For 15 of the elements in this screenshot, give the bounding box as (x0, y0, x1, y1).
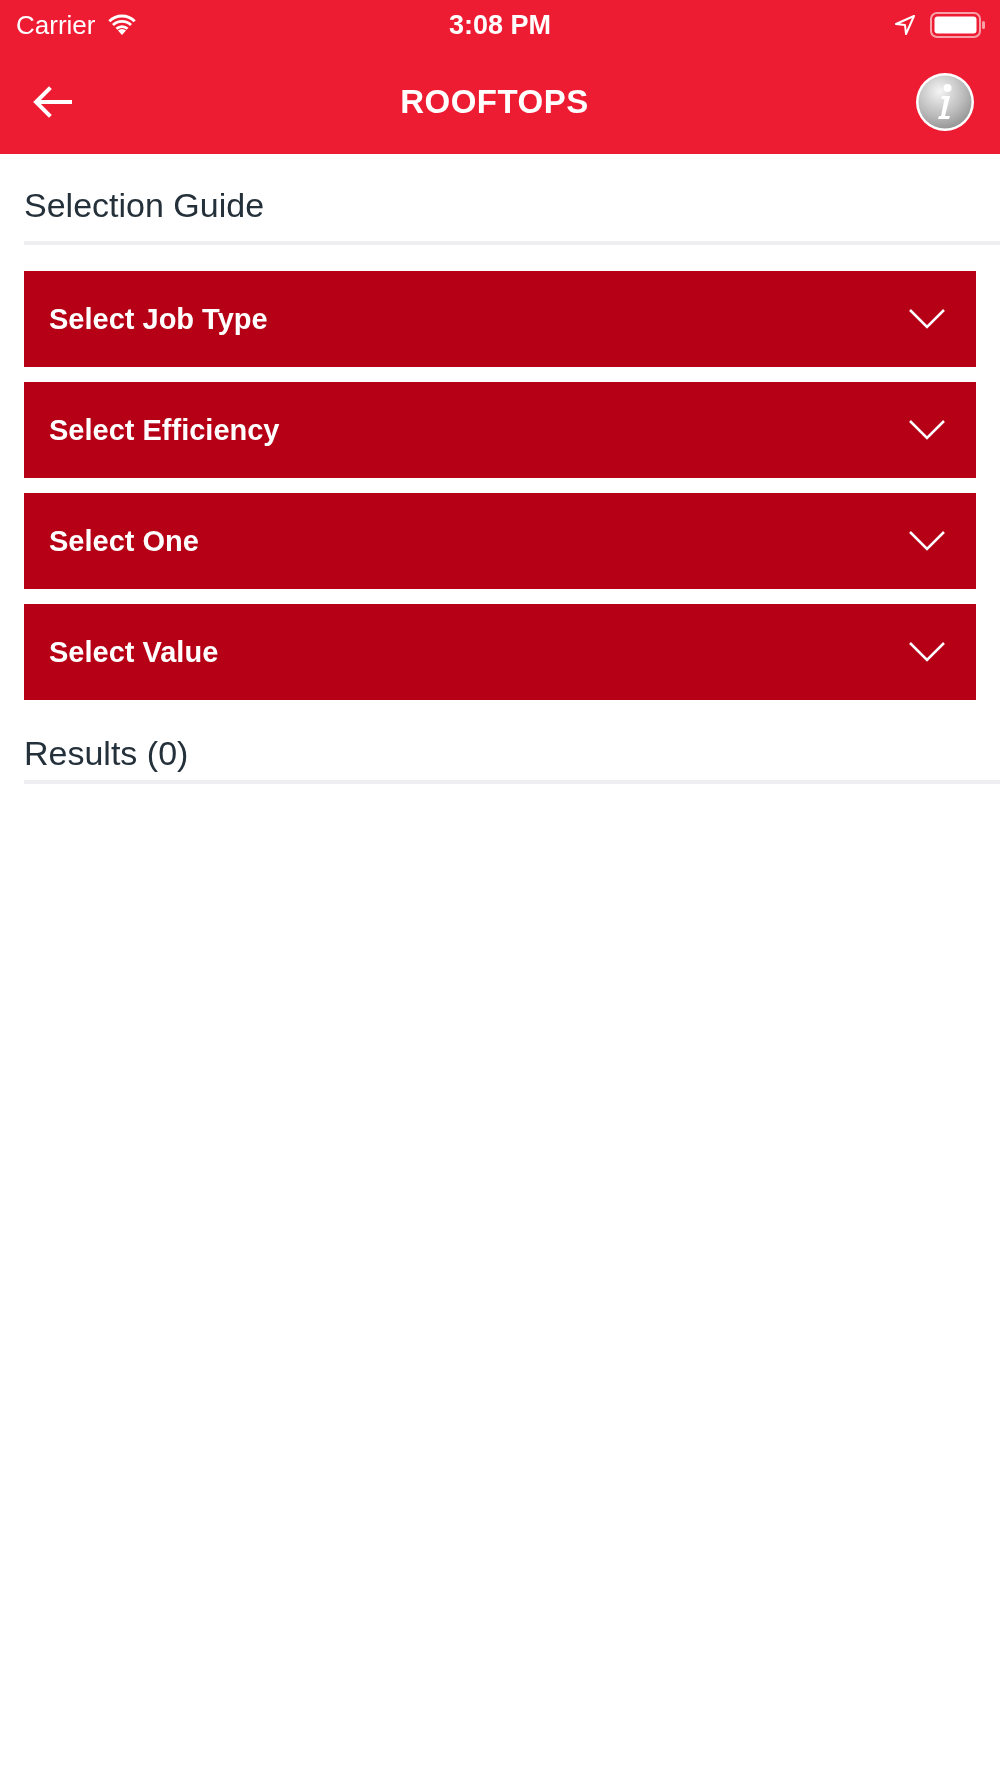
dropdown-select[interactable]: Select Job Type (24, 271, 976, 367)
wifi-icon (107, 14, 138, 36)
info-icon (915, 72, 975, 132)
back-arrow-icon (32, 86, 72, 118)
section-title: Selection Guide (24, 185, 266, 226)
battery-icon (930, 12, 986, 38)
results-heading: Results (0) (24, 733, 190, 774)
dropdown-select[interactable]: Select Efficiency (24, 382, 976, 478)
location-arrow-icon (894, 14, 916, 36)
info-button[interactable] (915, 72, 975, 132)
status-time: 3:08 PM (449, 9, 551, 41)
dropdown-select[interactable]: Select One (24, 493, 976, 589)
dropdown-select[interactable]: Select Value (24, 604, 976, 700)
screen-title: ROOFTOPS (400, 83, 589, 121)
carrier-name: Carrier (16, 9, 96, 41)
